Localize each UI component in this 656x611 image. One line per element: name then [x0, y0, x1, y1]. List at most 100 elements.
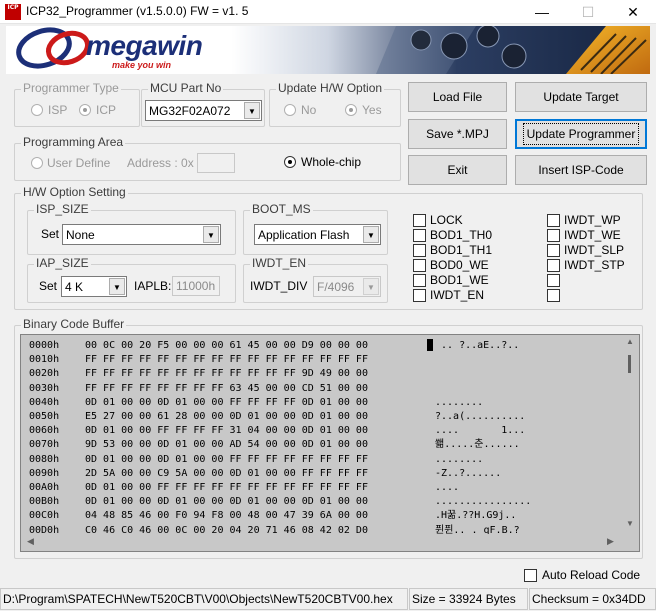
hex-row-ascii: ?..a(..........	[435, 411, 526, 422]
hex-row-bytes: 9D 53 00 00 0D 01 00 00 AD 54 00 00 0D 0…	[85, 439, 368, 451]
app-icon: ICP	[5, 4, 21, 20]
iwdt-slp-checkbox[interactable]	[547, 244, 560, 257]
iwdt-div-label: IWDT_DIV	[250, 279, 308, 293]
iap-size-label: IAP_SIZE	[34, 256, 91, 270]
iwdt-en-group-label: IWDT_EN	[250, 256, 308, 270]
whole-chip-radio[interactable]	[284, 156, 296, 168]
iaplb-label: IAPLB:	[134, 279, 172, 293]
iwdt-stp-label: IWDT_STP	[564, 258, 625, 272]
scroll-up-icon[interactable]: ▲	[626, 337, 634, 346]
programmer-type-label: Programmer Type	[21, 81, 121, 95]
hex-row-ascii: ................	[435, 496, 532, 508]
hex-row-address: 0030h	[29, 382, 60, 394]
address-label: Address : 0x	[127, 156, 194, 170]
iwdt-we-checkbox[interactable]	[547, 229, 560, 242]
update-hw-yes-radio[interactable]	[345, 104, 357, 116]
hex-row-bytes: 04 48 85 46 00 F0 94 F8 00 48 00 47 39 6…	[85, 510, 368, 522]
hex-row-address: 0020h	[29, 368, 60, 380]
save-mpj-button[interactable]: Save *.MPJ	[408, 119, 507, 149]
close-button[interactable]: ✕	[610, 0, 656, 24]
update-programmer-button[interactable]: Update Programmer	[515, 119, 647, 149]
hw-option-label: H/W Option Setting	[21, 185, 128, 199]
scroll-thumb[interactable]	[628, 355, 631, 373]
hex-buffer-view[interactable]: 0000h 00 0C 00 20 F5 00 00 00 61 45 00 00…	[20, 334, 640, 552]
hex-row-address: 0090h	[29, 467, 60, 479]
iwdt-stp-checkbox[interactable]	[547, 259, 560, 272]
hex-row-address: 00C0h	[29, 510, 60, 522]
iwdt-en-checkbox[interactable]	[413, 289, 426, 302]
isp-size-set-label: Set	[41, 227, 60, 241]
update-target-button[interactable]: Update Target	[515, 82, 647, 112]
scroll-right-icon[interactable]: ▶	[607, 536, 614, 547]
hex-row-bytes: 0D 01 00 00 0D 01 00 00 FF FF FF FF FF F…	[85, 453, 368, 465]
hex-row-address: 0040h	[29, 396, 60, 408]
app-icon-text: ICP	[7, 4, 19, 11]
isp-radio[interactable]	[31, 104, 43, 116]
bod0-we-checkbox[interactable]	[413, 259, 426, 272]
bod1-th1-checkbox[interactable]	[413, 244, 426, 257]
iwdt-en-label: IWDT_EN	[430, 288, 484, 302]
hex-row-bytes: FF FF FF FF FF FF FF FF 63 45 00 00 CD 5…	[85, 382, 368, 394]
hex-row-ascii: ........	[435, 396, 484, 408]
boot-ms-label: BOOT_MS	[250, 202, 313, 216]
chevron-down-icon: ▼	[109, 278, 125, 295]
mcu-part-select[interactable]: MG32F02A072 ▼	[145, 100, 262, 121]
lock-label: LOCK	[430, 213, 463, 227]
iwdt-div-value: F/4096	[317, 280, 355, 294]
iwdt-wp-label: IWDT_WP	[564, 213, 621, 227]
exit-button[interactable]: Exit	[408, 155, 507, 185]
insert-isp-code-button[interactable]: Insert ISP-Code	[515, 155, 647, 185]
iaplb-input[interactable]: 11000h	[172, 276, 220, 296]
iap-size-select[interactable]: 4 K ▼	[61, 276, 127, 297]
hex-row-bytes: E5 27 00 00 61 28 00 00 0D 01 00 00 0D 0…	[85, 411, 368, 422]
window-title: ICP32_Programmer (v1.5.0.0) FW = v1. 5	[26, 4, 249, 18]
brand-name: megawin	[86, 30, 203, 61]
status-file-path: D:\Program\SPATECH\NewT520CBT\V00\Object…	[0, 588, 408, 610]
bod1-th0-checkbox[interactable]	[413, 229, 426, 242]
bod1-we-label: BOD1_WE	[430, 273, 489, 287]
scroll-down-icon[interactable]: ▼	[626, 519, 634, 528]
hex-row-bytes: 0D 01 00 00 FF FF FF FF FF FF FF FF FF F…	[85, 482, 368, 493]
hex-row-bytes: 0D 01 00 00 0D 01 00 00 FF FF FF FF 0D 0…	[85, 396, 368, 408]
status-checksum: Checksum = 0x34DD	[529, 588, 656, 610]
iwdt-div-select[interactable]: F/4096 ▼	[313, 276, 381, 297]
hex-row-address: 0000h	[29, 340, 60, 351]
hex-row-ascii: 쐚.....춘......	[435, 439, 520, 451]
bod1-we-checkbox[interactable]	[413, 274, 426, 287]
brand-banner: megawin make you win	[6, 26, 650, 74]
chevron-down-icon: ▼	[363, 226, 379, 243]
address-input[interactable]	[197, 153, 235, 173]
hex-row-ascii: .. ?..aE..?..	[435, 340, 520, 351]
maximize-button[interactable]: ☐	[565, 0, 611, 24]
chevron-down-icon: ▼	[244, 102, 260, 119]
hex-row-ascii: .H꿂.??H.G9j..	[435, 510, 517, 522]
update-hw-no-label: No	[301, 103, 317, 117]
hex-row-address: 0010h	[29, 354, 60, 366]
iap-size-set-label: Set	[39, 279, 58, 293]
update-hw-no-radio[interactable]	[284, 104, 296, 116]
chevron-down-icon: ▼	[203, 226, 219, 243]
boot-ms-select[interactable]: Application Flash ▼	[254, 224, 381, 245]
user-define-radio[interactable]	[31, 157, 43, 169]
chevron-down-icon: ▼	[363, 278, 379, 295]
iwdt-wp-checkbox[interactable]	[547, 214, 560, 227]
hex-row-bytes: 2D 5A 00 00 C9 5A 00 00 0D 01 00 00 FF F…	[85, 467, 368, 479]
lock-checkbox[interactable]	[413, 214, 426, 227]
scroll-left-icon[interactable]: ◀	[27, 536, 34, 547]
load-file-button[interactable]: Load File	[408, 82, 507, 112]
icp-radio[interactable]	[79, 104, 91, 116]
update-hw-label: Update H/W Option	[276, 81, 385, 95]
auto-reload-checkbox[interactable]	[524, 569, 537, 582]
unlabeled-checkbox-1[interactable]	[547, 274, 560, 287]
hex-row-ascii: -Z..?......	[435, 467, 502, 479]
hex-row-bytes: FF FF FF FF FF FF FF FF FF FF FF FF FF F…	[85, 354, 368, 366]
minimize-button[interactable]: —	[519, 0, 565, 24]
iaplb-value: 11000h	[176, 279, 216, 293]
hex-row-address: 00B0h	[29, 496, 60, 508]
update-programmer-label: Update Programmer	[522, 123, 640, 145]
isp-size-select[interactable]: None ▼	[62, 224, 221, 245]
horizontal-scrollbar[interactable]: ◀ ▶	[21, 534, 622, 551]
unlabeled-checkbox-2[interactable]	[547, 289, 560, 302]
vertical-scrollbar[interactable]: ▲ ▼	[622, 335, 639, 532]
update-hw-yes-label: Yes	[362, 103, 382, 117]
